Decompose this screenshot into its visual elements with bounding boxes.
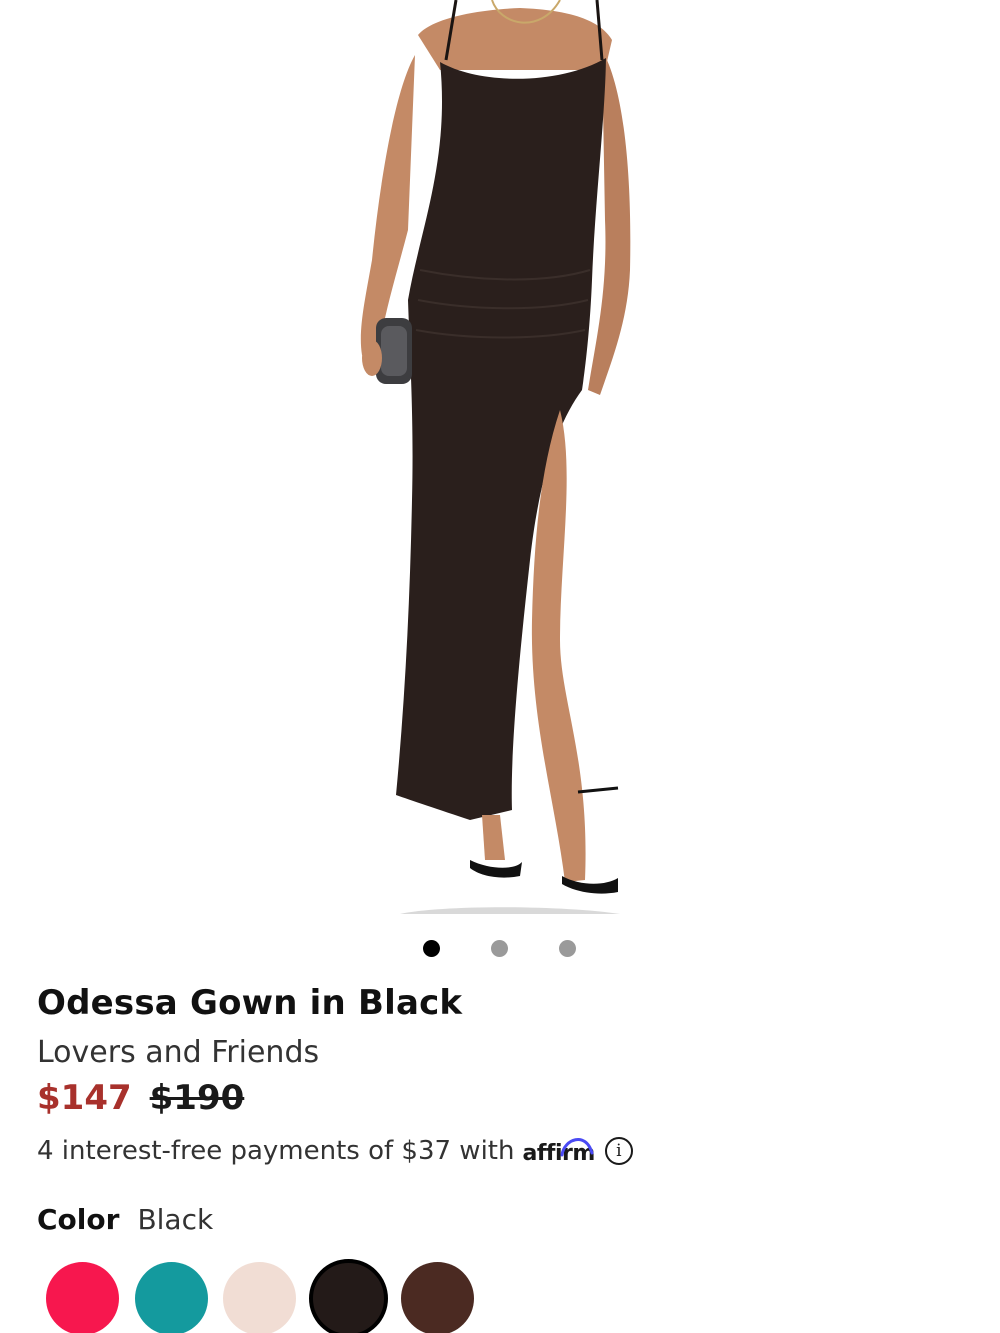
installments-text: 4 interest-free payments of $37 with <box>37 1136 515 1166</box>
image-carousel-dots <box>0 940 1000 958</box>
color-swatch-pink[interactable] <box>46 1262 119 1333</box>
original-price: $190 <box>149 1078 245 1118</box>
affirm-logo: affirm <box>522 1137 595 1166</box>
carousel-dot-3[interactable] <box>559 940 576 957</box>
color-swatch-teal[interactable] <box>135 1262 208 1333</box>
sale-price: $147 <box>37 1078 132 1118</box>
installments-row: 4 interest-free payments of $37 with aff… <box>37 1136 633 1166</box>
price-row: $147 $190 <box>37 1078 244 1118</box>
carousel-dot-1[interactable] <box>423 940 440 957</box>
color-swatch-black[interactable] <box>309 1259 388 1333</box>
color-swatch-brown[interactable] <box>401 1262 474 1333</box>
color-swatch-blush[interactable] <box>223 1262 296 1333</box>
carousel-dot-2[interactable] <box>491 940 508 957</box>
info-icon[interactable]: i <box>604 1137 633 1165</box>
affirm-arc-icon <box>560 1137 594 1156</box>
product-page: Odessa Gown in Black Lovers and Friends … <box>0 0 1000 1333</box>
color-label: Color <box>37 1203 120 1236</box>
product-photo <box>360 0 631 914</box>
color-swatches <box>0 1258 1000 1333</box>
selected-color: Black <box>137 1203 214 1236</box>
color-selection-row: Color Black <box>37 1203 213 1236</box>
product-image[interactable] <box>0 0 1000 918</box>
product-brand[interactable]: Lovers and Friends <box>37 1035 319 1070</box>
product-title: Odessa Gown in Black <box>37 983 463 1023</box>
